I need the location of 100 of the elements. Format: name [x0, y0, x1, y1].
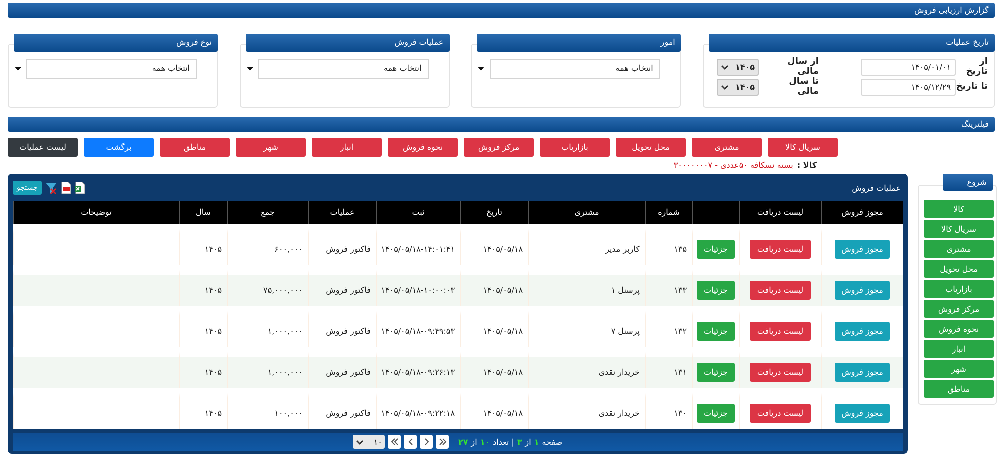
sales-permit-button[interactable]: مجوز فروش [834, 363, 890, 382]
pager-number: ۳ [517, 438, 522, 446]
sidebar-button[interactable]: شهر [924, 360, 994, 378]
table-cell: ۱,۰۰۰,۰۰۰ [268, 368, 303, 377]
pager-text: صفحه [542, 438, 563, 446]
details-button[interactable]: جزئیات [697, 322, 735, 341]
filter-button[interactable]: انبار [312, 138, 382, 157]
table-cell: ۱۴۰۵ [204, 327, 222, 336]
column-header: مجوز فروش [842, 208, 884, 217]
table-cell: فاکتور فروش [326, 286, 371, 295]
table-cell: ۱۴۰۵ [204, 245, 222, 254]
previous-page-button[interactable] [420, 435, 434, 449]
table-cell: فاکتور فروش [326, 245, 371, 254]
table-cell: ۱۴۰۵/۰۵/۱۸-۱۴:۰۱:۴۱ [381, 245, 455, 254]
sales-permit-button[interactable]: مجوز فروش [834, 281, 890, 300]
field-label: از سال مالی [786, 57, 819, 77]
filter-button[interactable]: مناطق [160, 138, 230, 157]
filter-button[interactable]: مرکز فروش [464, 138, 534, 157]
table-cell: ۱۴۰۵ [204, 368, 222, 377]
table-cell: فاکتور فروش [326, 409, 371, 418]
pager-number: ۲۷ [458, 438, 468, 446]
column-header: شماره [658, 208, 680, 217]
table-cell: کاربر مدیر [606, 245, 640, 254]
filter-icon [46, 182, 57, 194]
dropdown-field[interactable]: انتخاب همه [490, 59, 660, 79]
table-cell: ۱۴۰۵/۰۵/۱۸ [483, 286, 523, 295]
details-button[interactable]: جزئیات [697, 363, 735, 382]
column-header: لیست دریافت [757, 208, 804, 217]
chevron-down-icon [356, 438, 364, 446]
table-cell: ۱۴۰۵/۰۵/۱۸-۰۹:۴۹:۵۳ [381, 327, 455, 336]
filter-button[interactable]: نحوه فروش [388, 138, 458, 157]
chevron-down-icon [721, 64, 729, 70]
sales-permit-button[interactable]: مجوز فروش [834, 240, 890, 259]
filter-button[interactable]: شهر [236, 138, 306, 157]
table-cell: خریدار نقدی [598, 368, 640, 377]
table-cell: ۱۰۰,۰۰۰ [274, 409, 303, 418]
year-select[interactable]: ۱۴۰۵ [717, 58, 759, 76]
table-cell: ۱۴۰۵/۰۵/۱۸ [483, 409, 523, 418]
dropdown-field[interactable]: انتخاب همه [258, 59, 429, 79]
caret-down-icon [246, 67, 254, 71]
table-cell: ۱۴۰۵/۰۵/۱۸-۰۹:۲۲:۱۸ [381, 409, 455, 418]
filter-button[interactable]: لیست عملیات [8, 138, 78, 157]
receipts-button[interactable]: لیست دریافت [750, 404, 811, 423]
receipts-button[interactable]: لیست دریافت [750, 240, 811, 259]
sidebar-button[interactable]: انبار [924, 340, 994, 358]
sidebar-button[interactable]: مشتری [924, 240, 994, 258]
page-size-select[interactable]: ۱۰ [353, 435, 386, 449]
details-button[interactable]: جزئیات [697, 281, 735, 300]
sidebar-button[interactable]: مرکز فروش [924, 300, 994, 318]
table-cell: ۱۴۰۵/۰۵/۱۸-۰۹:۲۶:۱۳ [381, 368, 455, 377]
page-title: گزارش ارزیابی فروش [8, 3, 995, 18]
table-cell: ۱۳۳ [674, 286, 687, 295]
filter-button[interactable]: مشتری [692, 138, 762, 157]
pager-number: ۱ [534, 438, 540, 446]
panel-header: نوع فروش [14, 34, 218, 52]
table-cell: ۶۰۰,۰۰۰ [274, 245, 303, 254]
table-cell: ۱۳۰ [674, 409, 687, 418]
filter-value: بسته نسکافه ۵۰عددی - ۳۰۰۰۰۰۰۰۷ [674, 161, 794, 170]
filter-label: کالا : [797, 161, 817, 170]
section-header: فیلترینگ [8, 117, 995, 132]
sidebar-button[interactable]: بازاریاب [924, 280, 994, 298]
sidebar-button[interactable]: سریال کالا [924, 220, 994, 238]
year-select[interactable]: ۱۴۰۵ [717, 78, 759, 96]
panel-header: عملیات فروش [246, 34, 450, 52]
sidebar-button[interactable]: محل تحویل [924, 260, 994, 278]
sidebar-button[interactable]: مناطق [924, 380, 994, 398]
table-cell: فاکتور فروش [326, 368, 371, 377]
details-button[interactable]: جزئیات [697, 404, 735, 423]
table-cell: فاکتور فروش [326, 327, 371, 336]
pager-text: | تعداد [493, 438, 514, 446]
dropdown-field[interactable]: انتخاب همه [26, 59, 198, 79]
filter-button[interactable]: محل تحویل [616, 138, 686, 157]
date-field[interactable]: ۱۴۰۵/۰۱/۰۱ [861, 58, 956, 76]
table-cell: ۱۴۰۵/۰۵/۱۸ [483, 245, 523, 254]
column-header: تاریخ [486, 208, 502, 217]
receipts-button[interactable]: لیست دریافت [750, 363, 811, 382]
table-cell: ۱۳۱ [674, 368, 687, 377]
table-cell: ۱۴۰۵ [204, 286, 222, 295]
table-cell: ۱۴۰۵/۰۵/۱۸ [483, 327, 523, 336]
double-chevron-icon [390, 438, 399, 446]
next-page-button[interactable] [404, 435, 418, 449]
sidebar-button[interactable]: کالا [924, 200, 994, 218]
filter-button[interactable]: سریال کالا [768, 138, 838, 157]
receipts-button[interactable]: لیست دریافت [750, 281, 811, 300]
field-label: تا تاریخ [956, 82, 988, 92]
sales-permit-button[interactable]: مجوز فروش [834, 322, 890, 341]
last-page-button[interactable] [388, 435, 402, 449]
sidebar-button[interactable]: نحوه فروش [924, 320, 994, 338]
caret-down-icon [478, 67, 485, 71]
filter-button[interactable]: برگشت [84, 138, 154, 157]
table-cell: پرسنل ۱ [611, 286, 640, 295]
table-cell: ۱۳۵ [674, 245, 687, 254]
date-field[interactable]: ۱۴۰۵/۱۲/۲۹ [861, 78, 956, 96]
first-page-button[interactable] [436, 435, 450, 449]
field-label: تا سال مالی [788, 77, 819, 97]
column-header: عملیات [330, 208, 355, 217]
filter-button[interactable]: بازاریاب [540, 138, 610, 157]
receipts-button[interactable]: لیست دریافت [750, 322, 811, 341]
details-button[interactable]: جزئیات [697, 240, 735, 259]
sales-permit-button[interactable]: مجوز فروش [834, 404, 890, 423]
